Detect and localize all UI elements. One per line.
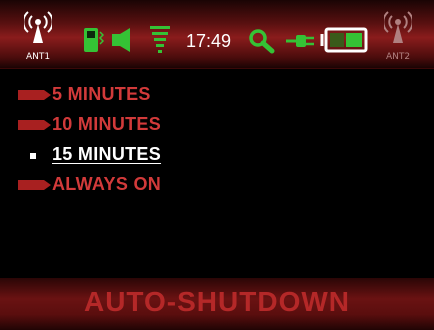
power-plug-icon xyxy=(286,35,314,47)
auto-shutdown-menu: 5 MINUTES 10 MINUTES 15 MINUTES ALWAYS O… xyxy=(0,82,434,202)
battery-icon xyxy=(320,27,368,53)
signal-strength-icon xyxy=(150,26,170,53)
antenna2-label: ANT2 xyxy=(385,52,411,62)
menu-item-label: ALWAYS ON xyxy=(52,174,162,194)
antenna2-indicator: ANT2 xyxy=(378,10,418,62)
speaker-icon xyxy=(112,28,130,52)
menu-marker-icon xyxy=(18,120,51,130)
screen-title: AUTO-SHUTDOWN xyxy=(83,286,350,317)
menu-item-5-minutes[interactable]: 5 MINUTES xyxy=(0,82,434,112)
clock-time: 17:49 xyxy=(186,31,232,51)
menu-item-15-minutes[interactable]: 15 MINUTES xyxy=(0,142,434,172)
device-icon xyxy=(84,28,104,52)
status-bar: ANT1 17:49 ANT2 xyxy=(0,0,434,69)
antenna1-label: ANT1 xyxy=(25,52,51,62)
menu-marker-icon xyxy=(18,90,51,100)
menu-item-10-minutes[interactable]: 10 MINUTES xyxy=(0,112,434,142)
search-icon xyxy=(249,29,275,54)
menu-item-label: 10 MINUTES xyxy=(52,114,162,134)
menu-item-label: 15 MINUTES xyxy=(52,144,162,164)
selection-bullet-icon xyxy=(30,153,36,159)
menu-marker-icon xyxy=(18,180,51,190)
antenna-icon xyxy=(24,11,52,43)
screen-title-bar: AUTO-SHUTDOWN xyxy=(0,278,434,330)
menu-item-label: 5 MINUTES xyxy=(52,84,151,104)
antenna-icon xyxy=(384,11,412,43)
antenna1-indicator: ANT1 xyxy=(18,10,58,62)
menu-item-always-on[interactable]: ALWAYS ON xyxy=(0,172,434,202)
device-screen: ANT1 17:49 ANT2 5 MINUTES 10 MINUTES 15 … xyxy=(0,0,434,330)
